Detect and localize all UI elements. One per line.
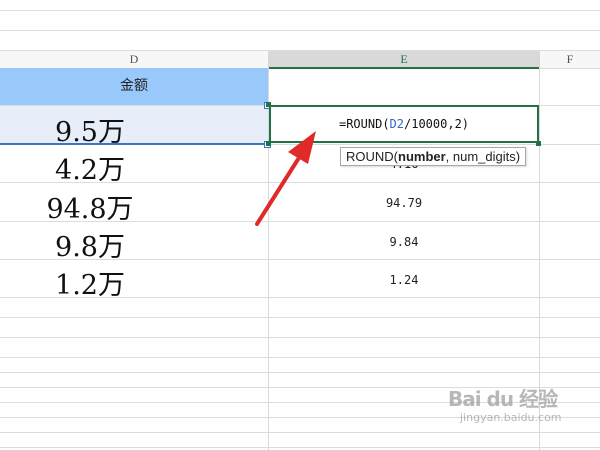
watermark-site: jingyan.baidu.com bbox=[460, 411, 562, 424]
baidu-watermark: Bai du 经验 jingyan.baidu.com bbox=[448, 383, 562, 424]
watermark-brand: Bai du 经验 bbox=[448, 387, 558, 411]
